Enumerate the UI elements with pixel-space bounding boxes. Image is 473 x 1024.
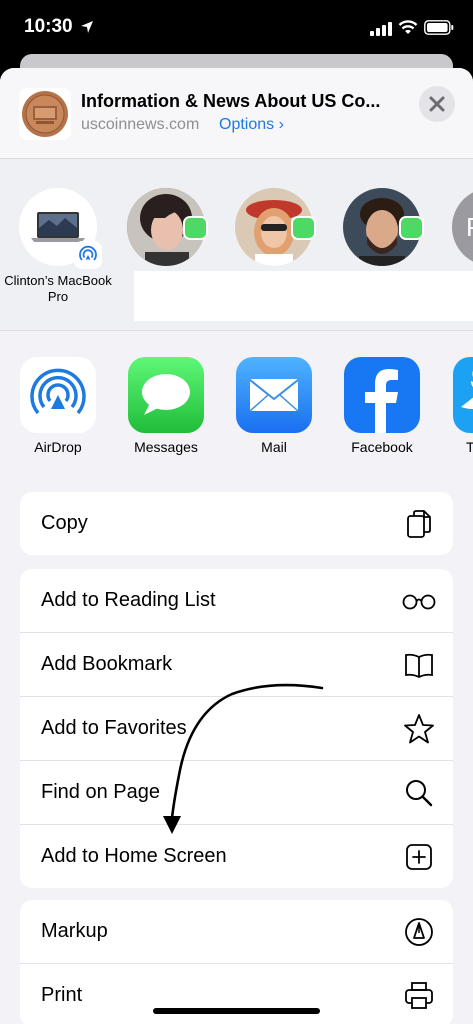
printer-icon	[405, 982, 433, 1009]
app-airdrop[interactable]: AirDrop	[0, 331, 116, 481]
action-label: Add Bookmark	[41, 653, 173, 675]
cellular-signal-icon	[370, 22, 392, 36]
share-sheet-header: Information & News About US Co... uscoin…	[0, 68, 473, 159]
airdrop-device-macbook[interactable]: Clinton’s MacBook Pro	[0, 159, 116, 319]
app-label: AirDrop	[34, 439, 82, 455]
contact-person-2[interactable]	[235, 159, 335, 279]
facebook-app-icon	[344, 357, 420, 433]
close-icon	[429, 96, 445, 112]
airdrop-app-icon	[20, 357, 96, 433]
messages-badge-icon	[399, 216, 424, 240]
action-label: Add to Reading List	[41, 589, 216, 611]
status-time: 10:30	[24, 16, 73, 37]
app-label: T	[466, 439, 473, 455]
app-facebook[interactable]: Facebook	[332, 331, 440, 481]
action-find-on-page[interactable]: Find on Page	[20, 761, 453, 825]
shared-page-domain: uscoinnews.com	[81, 116, 200, 133]
magnifying-glass-icon	[406, 780, 433, 807]
mail-app-icon	[236, 357, 312, 433]
action-label: Add to Home Screen	[41, 845, 227, 867]
contact-person-1[interactable]	[127, 159, 227, 279]
action-label: Copy	[41, 512, 88, 534]
home-indicator	[153, 1008, 320, 1014]
wifi-icon	[398, 20, 418, 34]
action-add-bookmark[interactable]: Add Bookmark	[20, 633, 453, 697]
contact-names-area	[134, 271, 473, 321]
markup-pen-icon	[405, 918, 433, 946]
other-actions-group: Markup Print	[20, 900, 453, 1024]
action-markup[interactable]: Markup	[20, 900, 453, 964]
device-name-label: Clinton’s MacBook Pro	[4, 273, 112, 304]
plus-square-icon	[406, 844, 432, 870]
action-label: Add to Favorites	[41, 717, 187, 739]
action-add-to-reading-list[interactable]: Add to Reading List	[20, 569, 453, 633]
app-label: Messages	[134, 439, 198, 455]
action-label: Find on Page	[41, 781, 160, 803]
share-apps-row: AirDrop Messages Mail Facebook T	[0, 330, 473, 481]
options-link[interactable]: Options ›	[219, 116, 284, 134]
location-arrow-icon	[81, 21, 93, 33]
app-label: Facebook	[351, 439, 413, 455]
app-mail[interactable]: Mail	[224, 331, 332, 481]
battery-icon	[424, 20, 454, 35]
messages-badge-icon	[183, 216, 208, 240]
copy-action-group: Copy	[20, 492, 453, 555]
action-add-to-favorites[interactable]: Add to Favorites	[20, 697, 453, 761]
airdrop-contacts-row: Clinton’s MacBook Pro	[0, 159, 473, 329]
contact-person-3[interactable]	[343, 159, 443, 279]
shared-page-title: Information & News About US Co...	[81, 91, 381, 111]
app-twitter-partial[interactable]: T	[440, 331, 473, 481]
safari-actions-group: Add to Reading List Add Bookmark Add to …	[20, 569, 453, 888]
app-messages[interactable]: Messages	[116, 331, 224, 481]
action-label: Print	[41, 984, 83, 1006]
airdrop-badge-icon	[76, 243, 100, 267]
messages-badge-icon	[291, 216, 316, 240]
action-label: Markup	[41, 920, 108, 942]
action-add-to-home-screen[interactable]: Add to Home Screen	[20, 825, 453, 888]
site-thumbnail	[19, 88, 71, 140]
app-label: Mail	[261, 439, 287, 455]
book-icon	[405, 653, 433, 679]
status-bar: 10:30	[0, 0, 473, 58]
star-icon	[404, 714, 434, 744]
contact-avatar-partial[interactable]: P	[452, 188, 473, 266]
glasses-icon	[402, 594, 436, 610]
action-copy[interactable]: Copy	[20, 492, 453, 555]
copy-icon	[407, 510, 431, 538]
twitter-app-icon	[453, 357, 473, 433]
penny-coin-icon	[22, 91, 68, 137]
share-sheet: Information & News About US Co... uscoin…	[0, 68, 473, 1024]
messages-app-icon	[128, 357, 204, 433]
close-button[interactable]	[419, 86, 455, 122]
action-print[interactable]: Print	[20, 964, 453, 1024]
